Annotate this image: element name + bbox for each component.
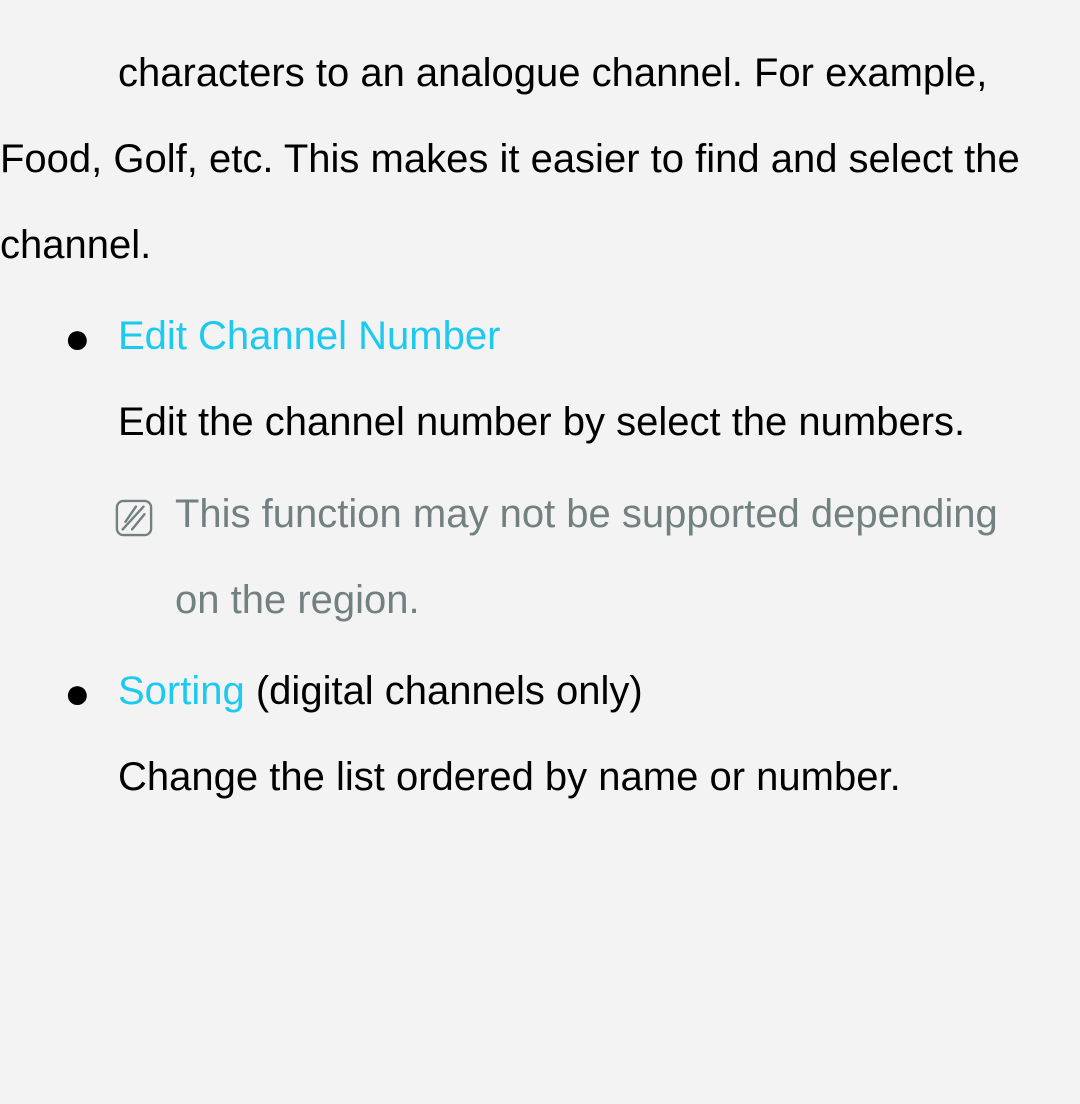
- item-suffix: (digital channels only): [245, 669, 643, 713]
- item-title-edit-channel-number: Edit Channel Number: [118, 314, 500, 358]
- item-body: Edit the channel number by select the nu…: [0, 379, 1022, 465]
- note-icon: [115, 499, 155, 539]
- item-body: Change the list ordered by name or numbe…: [0, 734, 1022, 820]
- bullet-icon: ●: [0, 317, 118, 361]
- note-block: This function may not be supported depen…: [0, 471, 1022, 643]
- intro-text: characters to an analogue channel. For e…: [0, 51, 1020, 267]
- bullet-icon: ●: [0, 672, 118, 716]
- item-title-sorting: Sorting: [118, 669, 245, 713]
- note-text: This function may not be supported depen…: [175, 471, 1022, 643]
